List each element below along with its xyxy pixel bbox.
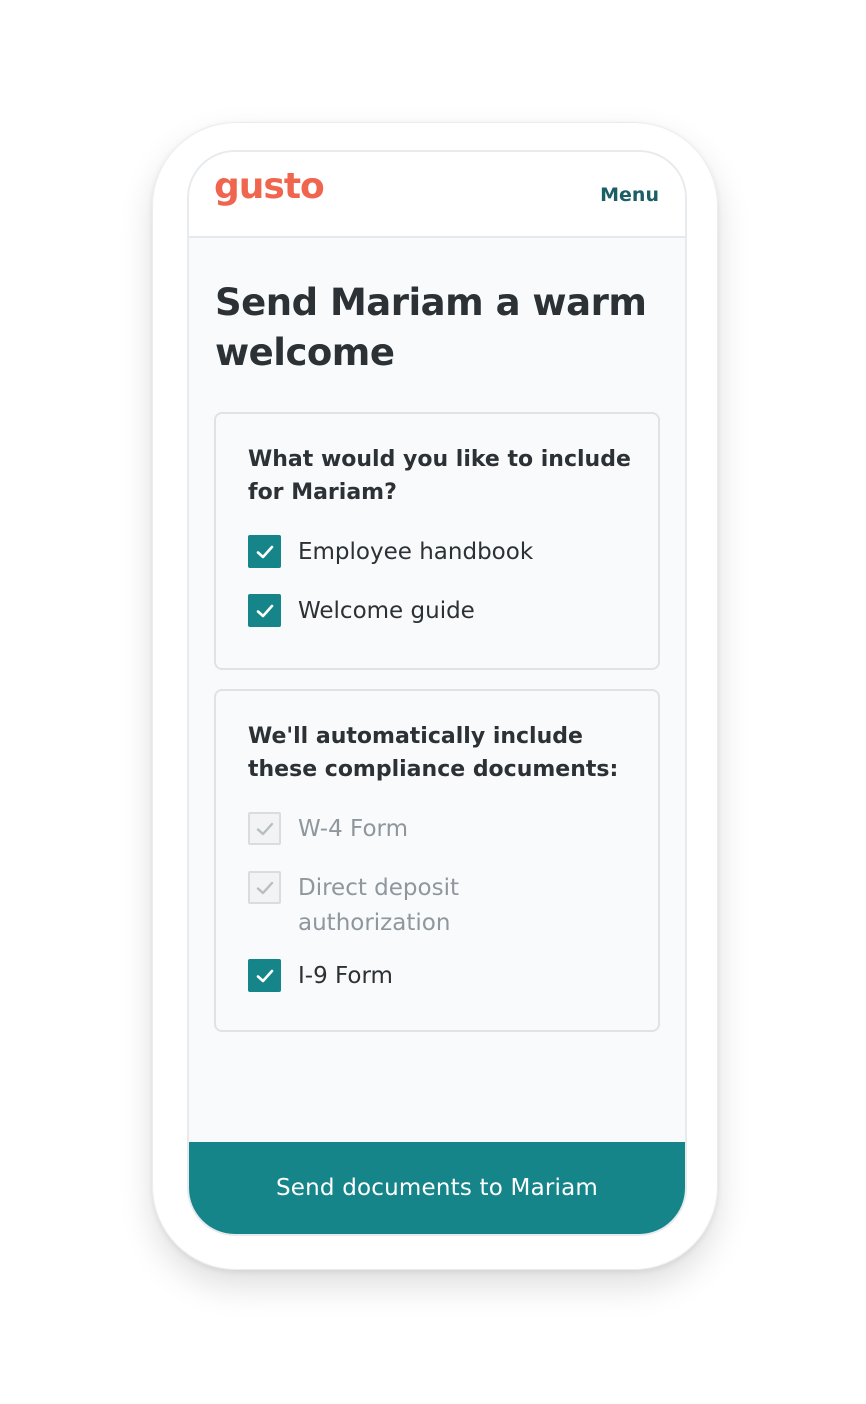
checkbox-w4-form: W-4 Form bbox=[248, 812, 618, 847]
checkbox-checked-icon[interactable] bbox=[248, 959, 281, 992]
checkbox-label: W-4 Form bbox=[298, 816, 408, 842]
checkbox-label: I-9 Form bbox=[298, 963, 393, 989]
gusto-logo[interactable]: gusto bbox=[214, 166, 325, 207]
compliance-documents-card: We'll automatically include these compli… bbox=[214, 689, 660, 1032]
checkbox-label: Direct deposit authorization bbox=[298, 875, 459, 936]
top-bar: gusto Menu bbox=[189, 152, 685, 238]
checkbox-label: Employee handbook bbox=[298, 539, 534, 565]
checkbox-checked-icon[interactable] bbox=[248, 535, 281, 568]
checkbox-disabled-icon bbox=[248, 871, 281, 904]
checkbox-i9-form[interactable]: I-9 Form bbox=[248, 959, 618, 994]
optional-documents-card: What would you like to include for Maria… bbox=[214, 412, 660, 670]
checkbox-employee-handbook[interactable]: Employee handbook bbox=[248, 535, 618, 570]
checkbox-direct-deposit: Direct deposit authorization bbox=[248, 871, 578, 941]
compliance-documents-heading: We'll automatically include these compli… bbox=[248, 724, 619, 782]
checkbox-label: Welcome guide bbox=[298, 598, 475, 624]
phone-frame: gusto Menu Send Mariam a warm welcome Wh… bbox=[152, 122, 718, 1270]
menu-button[interactable]: Menu bbox=[600, 184, 659, 206]
checkbox-disabled-icon bbox=[248, 812, 281, 845]
page-title: Send Mariam a warm welcome bbox=[215, 281, 647, 374]
optional-documents-heading: What would you like to include for Maria… bbox=[248, 447, 631, 505]
send-documents-button[interactable]: Send documents to Mariam bbox=[189, 1142, 685, 1234]
app-screen: gusto Menu Send Mariam a warm welcome Wh… bbox=[187, 150, 687, 1236]
checkbox-checked-icon[interactable] bbox=[248, 594, 281, 627]
checkbox-welcome-guide[interactable]: Welcome guide bbox=[248, 594, 618, 629]
